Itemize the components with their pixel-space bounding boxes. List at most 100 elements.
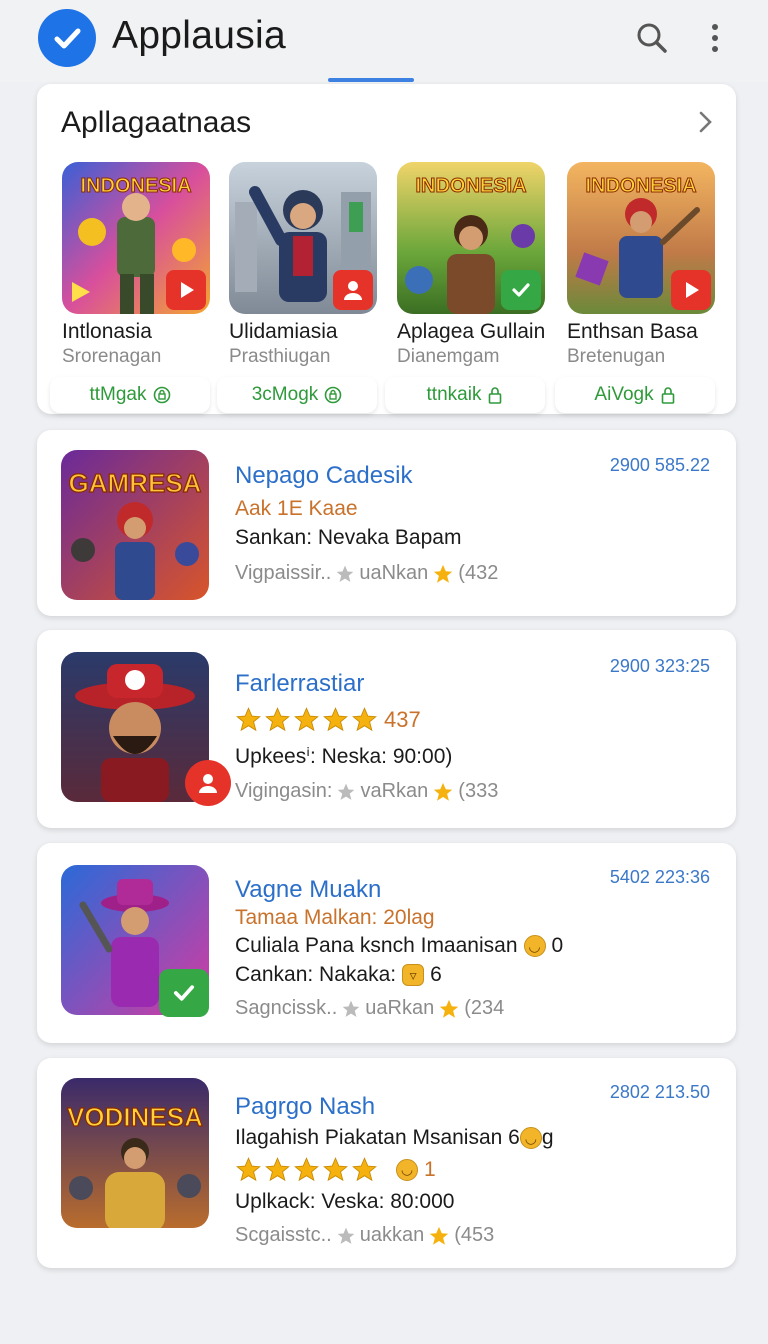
art-banner: GAMRESA bbox=[68, 467, 202, 498]
featured-app[interactable]: INDONESIA Enthsan Basa Bretenugan AiVogk bbox=[555, 162, 727, 413]
price-button[interactable]: ttMgak bbox=[50, 377, 210, 413]
art-banner-text: VODINESA bbox=[67, 1102, 203, 1132]
star-icon bbox=[430, 1226, 449, 1245]
list-item[interactable]: GAMRESA Nepago Cadesik 2900 585.22 Aak 1… bbox=[37, 430, 736, 616]
list-item[interactable]: Farlerrastiar 2900 323:25 437 Upkeesⁱ: N… bbox=[37, 630, 736, 828]
app-name: Intlonasia bbox=[62, 320, 152, 343]
rating-stars bbox=[235, 706, 378, 733]
detail-suffix: g bbox=[541, 1126, 554, 1149]
featured-section: Apllagaatnaas INDONESIA Intlonasia Srore… bbox=[37, 84, 736, 414]
app-title: Vagne Muakn bbox=[235, 876, 382, 903]
star-icon bbox=[323, 1157, 348, 1182]
price-button[interactable]: 3cMogk bbox=[217, 377, 377, 413]
lock-circle-icon bbox=[324, 386, 342, 404]
detail-text: Culiala Pana ksnch Imaanisan bbox=[235, 934, 518, 957]
app-meta: 2802 213.50 bbox=[609, 1082, 710, 1102]
detail-suffix: 6 bbox=[430, 963, 442, 986]
app-name: Enthsan Basa bbox=[567, 320, 698, 343]
detail-suffix: 0 bbox=[551, 934, 564, 957]
app-subtitle: Dianemgam bbox=[397, 346, 500, 367]
art-banner: INDONESIA bbox=[80, 175, 192, 198]
rating-suffix: 1 bbox=[424, 1157, 436, 1181]
detail-line: Culiala Pana ksnch Imaanisan ◡ 0 bbox=[235, 934, 563, 958]
art-banner-text: GAMRESA bbox=[69, 468, 202, 498]
app-bar: Applausia bbox=[0, 0, 768, 82]
footer-mid: vaRkan bbox=[360, 780, 429, 802]
price-button[interactable]: AiVogk bbox=[555, 377, 715, 413]
detail-text: Ilagahish Piakatan Msanisan 6 bbox=[235, 1126, 520, 1149]
check-icon bbox=[159, 969, 209, 1017]
star-outline-icon bbox=[337, 565, 354, 582]
search-icon[interactable] bbox=[632, 18, 672, 58]
detail-text: Cankan: Nakaka: bbox=[235, 963, 397, 986]
app-subtitle: Bretenugan bbox=[567, 346, 666, 367]
check-icon bbox=[501, 270, 541, 310]
star-icon bbox=[352, 707, 377, 732]
price-label: ttnkaik bbox=[426, 384, 482, 405]
art-banner: INDONESIA bbox=[415, 175, 527, 198]
footer-mid: uakkan bbox=[359, 1224, 425, 1246]
footer-line: Scgaisstc.. uakkan (453 bbox=[235, 1224, 494, 1247]
footer-right: (432 bbox=[458, 562, 499, 584]
app-meta: 2900 323:25 bbox=[609, 656, 710, 676]
smiley-icon: ◡ bbox=[519, 1127, 542, 1149]
app-meta: 5402 223:36 bbox=[609, 867, 710, 887]
star-icon bbox=[236, 707, 261, 732]
detail-line: Uplkack: Veska: 80:000 bbox=[235, 1190, 454, 1214]
footer-left: Vigpaissir.. bbox=[235, 562, 332, 584]
star-outline-icon bbox=[338, 783, 355, 800]
app-title: Farlerrastiar bbox=[235, 670, 365, 697]
app-name: Ulidamiasia bbox=[229, 320, 338, 343]
check-logo-icon bbox=[38, 9, 96, 67]
rating-row: 437 bbox=[235, 706, 421, 733]
detail-text: Tamaa Malkan: 20lag bbox=[235, 906, 435, 929]
footer-mid: uaNkan bbox=[359, 562, 429, 584]
lock-circle-icon bbox=[153, 386, 170, 404]
detail-text: Sankan: Nevaka Bapam bbox=[235, 526, 462, 549]
star-icon bbox=[265, 707, 290, 732]
detail-text: Uplkack: Veska: 80:000 bbox=[235, 1190, 455, 1213]
art-banner: VODINESA bbox=[66, 1101, 203, 1132]
lock-icon bbox=[661, 387, 674, 404]
more-vert-icon[interactable] bbox=[700, 18, 730, 58]
price-label: 3cMogk bbox=[251, 384, 319, 405]
detail-line: Ilagahish Piakatan Msanisan 6 ◡ g bbox=[235, 1126, 554, 1150]
app-artwork: GAMRESA bbox=[61, 450, 209, 600]
footer-line: Sagncissk.. uaRkan (234 bbox=[235, 997, 504, 1020]
featured-app[interactable]: INDONESIA Intlonasia Srorenagan ttMgak bbox=[50, 162, 222, 413]
star-icon bbox=[265, 1157, 290, 1182]
star-outline-icon bbox=[342, 1000, 360, 1017]
list-item[interactable]: Vagne Muakn 5402 223:36 Tamaa Malkan: 20… bbox=[37, 843, 736, 1043]
price-button[interactable]: ttnkaik bbox=[385, 377, 545, 413]
list-item[interactable]: VODINESA Pagrgo Nash 2802 213.50 Ilagahi… bbox=[37, 1058, 736, 1268]
star-outline-icon bbox=[337, 1227, 355, 1244]
footer-right: (453 bbox=[454, 1224, 495, 1246]
app-title: Pagrgo Nash bbox=[235, 1093, 376, 1120]
star-icon bbox=[323, 707, 348, 732]
detail-text: Aak 1E Kaae bbox=[235, 497, 358, 520]
tab-indicator bbox=[328, 78, 414, 82]
detail-line: Sankan: Nevaka Bapam bbox=[235, 526, 461, 550]
star-icon bbox=[434, 564, 453, 583]
star-icon bbox=[440, 999, 459, 1018]
detail-line: Cankan: Nakaka: ▿ 6 bbox=[235, 963, 442, 987]
art-banner-text: INDONESIA bbox=[415, 175, 526, 197]
footer-left: Scgaisstc.. bbox=[235, 1224, 332, 1246]
chevron-right-icon[interactable] bbox=[693, 110, 717, 134]
person-icon bbox=[333, 270, 373, 310]
play-icon bbox=[166, 270, 206, 310]
art-banner-text: INDONESIA bbox=[585, 175, 696, 197]
footer-left: Vigingasin: bbox=[235, 780, 333, 802]
rating-count: 437 bbox=[384, 706, 421, 732]
detail-line: Tamaa Malkan: 20lag bbox=[235, 906, 435, 930]
smiley-icon: ◡ bbox=[523, 935, 546, 957]
footer-mid: uaRkan bbox=[365, 997, 435, 1019]
featured-app[interactable]: INDONESIA Aplagea Gullain Dianemgam ttnk… bbox=[385, 162, 557, 413]
featured-app[interactable]: Ulidamiasia Prasthiugan 3cMogk bbox=[217, 162, 389, 413]
app-title: Applausia bbox=[112, 14, 286, 57]
art-banner-text: INDONESIA bbox=[80, 175, 191, 197]
footer-line: Vigpaissir.. uaNkan (432 bbox=[235, 562, 498, 585]
price-label: ttMgak bbox=[89, 384, 147, 405]
badge-emoji-icon: ▿ bbox=[402, 964, 425, 986]
app-name: Aplagea Gullain bbox=[397, 320, 546, 343]
